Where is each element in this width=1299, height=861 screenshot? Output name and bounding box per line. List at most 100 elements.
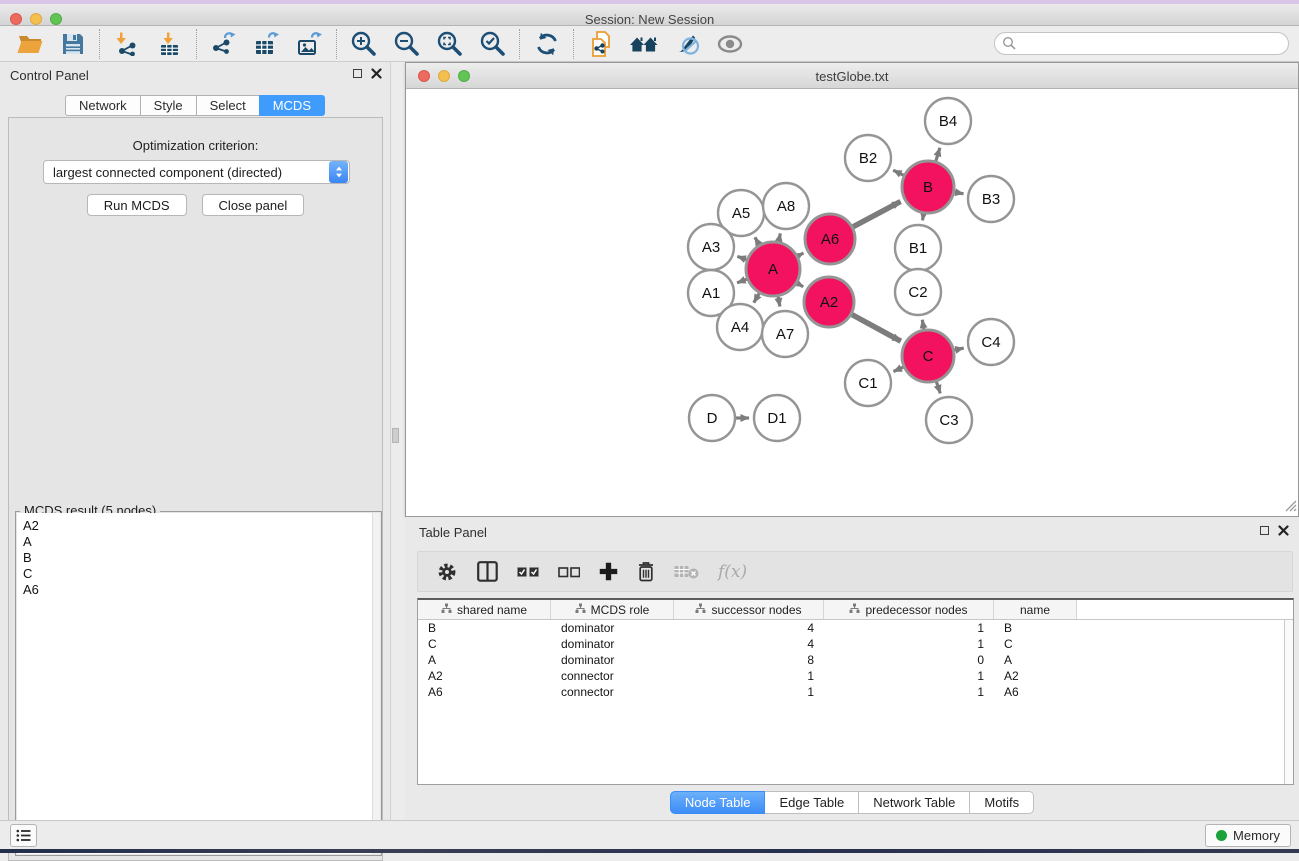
graph-node-C2[interactable] — [895, 269, 941, 315]
import-network-icon[interactable] — [105, 27, 148, 61]
table-cell[interactable]: 1 — [674, 685, 824, 699]
tab-edge-table[interactable]: Edge Table — [765, 791, 859, 814]
table-cell[interactable]: A6 — [418, 685, 551, 699]
close-table-panel-icon[interactable] — [1278, 525, 1289, 536]
open-folder-icon[interactable] — [8, 27, 51, 61]
table-cell[interactable]: 4 — [674, 637, 824, 651]
close-panel-button[interactable]: Close panel — [202, 194, 305, 216]
graph-node-A2[interactable] — [804, 277, 854, 327]
tab-network[interactable]: Network — [65, 95, 141, 116]
graph-node-C1[interactable] — [845, 360, 891, 406]
hide-style-icon[interactable] — [665, 27, 708, 61]
table-cell[interactable]: dominator — [551, 621, 674, 635]
run-mcds-button[interactable]: Run MCDS — [87, 194, 187, 216]
column-header-name[interactable]: name — [994, 600, 1077, 619]
graph-node-A3[interactable] — [688, 224, 734, 270]
tab-select[interactable]: Select — [196, 95, 260, 116]
graph-node-A[interactable] — [746, 242, 800, 296]
table-cell[interactable]: 1 — [674, 669, 824, 683]
table-row[interactable]: A2connector11A2 — [418, 668, 1284, 684]
float-panel-icon[interactable] — [353, 69, 362, 78]
table-row[interactable]: Cdominator41C — [418, 636, 1284, 652]
select-all-icon[interactable] — [517, 565, 539, 579]
table-cell[interactable]: dominator — [551, 653, 674, 667]
duplicate-network-icon[interactable] — [579, 27, 622, 61]
graph-node-A8[interactable] — [763, 183, 809, 229]
deselect-all-icon[interactable] — [558, 565, 580, 579]
graph-node-A7[interactable] — [762, 311, 808, 357]
table-cell[interactable]: connector — [551, 669, 674, 683]
graph-node-C4[interactable] — [968, 319, 1014, 365]
table-cell[interactable]: B — [418, 621, 551, 635]
column-header-shared-name[interactable]: shared name — [418, 600, 551, 619]
graph-node-B4[interactable] — [925, 98, 971, 144]
task-history-button[interactable] — [10, 824, 37, 847]
splitter-handle[interactable] — [392, 428, 399, 443]
result-scrollbar[interactable] — [372, 513, 380, 854]
tab-node-table[interactable]: Node Table — [670, 791, 766, 814]
tab-style[interactable]: Style — [140, 95, 197, 116]
table-cell[interactable]: 1 — [824, 669, 994, 683]
table-cell[interactable]: connector — [551, 685, 674, 699]
export-table-icon[interactable] — [245, 27, 288, 61]
zoom-fit-icon[interactable] — [428, 27, 471, 61]
graph-node-A4[interactable] — [717, 304, 763, 350]
table-cell[interactable]: A6 — [994, 685, 1077, 699]
table-cell[interactable]: A2 — [418, 669, 551, 683]
resize-grip-icon[interactable] — [1284, 499, 1297, 515]
export-image-icon[interactable] — [288, 27, 331, 61]
import-table-icon[interactable] — [148, 27, 191, 61]
save-icon[interactable] — [51, 27, 94, 61]
float-table-panel-icon[interactable] — [1260, 526, 1269, 535]
column-header-successor-nodes[interactable]: successor nodes — [674, 600, 824, 619]
table-cell[interactable]: B — [994, 621, 1077, 635]
eye-icon[interactable] — [708, 27, 751, 61]
table-cell[interactable]: A — [994, 653, 1077, 667]
add-column-icon[interactable] — [599, 562, 618, 581]
graph-node-A6[interactable] — [805, 214, 855, 264]
table-row[interactable]: Adominator80A — [418, 652, 1284, 668]
column-header-predecessor-nodes[interactable]: predecessor nodes — [824, 600, 994, 619]
graph-node-C[interactable] — [902, 330, 954, 382]
table-cell[interactable]: 1 — [824, 637, 994, 651]
zoom-out-icon[interactable] — [385, 27, 428, 61]
table-cell[interactable]: 4 — [674, 621, 824, 635]
table-scrollbar[interactable] — [1284, 620, 1293, 784]
graph-node-D[interactable] — [689, 395, 735, 441]
table-cell[interactable]: A — [418, 653, 551, 667]
export-network-icon[interactable] — [202, 27, 245, 61]
tab-network-table[interactable]: Network Table — [859, 791, 970, 814]
column-header-MCDS-role[interactable]: MCDS role — [551, 600, 674, 619]
column-view-icon[interactable] — [477, 561, 498, 582]
delete-table-icon[interactable] — [674, 564, 699, 580]
table-cell[interactable]: A2 — [994, 669, 1077, 683]
close-panel-icon[interactable] — [371, 68, 382, 79]
graph-node-C3[interactable] — [926, 397, 972, 443]
zoom-selected-icon[interactable] — [471, 27, 514, 61]
network-view-titlebar[interactable]: testGlobe.txt — [406, 63, 1298, 89]
network-graph[interactable]: B4B2BB3B1A5A8A6A3AA1C2A4A7A2C4CC1C3DD1 — [406, 89, 1298, 516]
table-cell[interactable]: 1 — [824, 685, 994, 699]
table-row[interactable]: Bdominator41B — [418, 620, 1284, 636]
home-icon[interactable] — [622, 27, 665, 61]
result-item[interactable]: C — [23, 566, 372, 582]
network-canvas[interactable]: B4B2BB3B1A5A8A6A3AA1C2A4A7A2C4CC1C3DD1 — [406, 89, 1298, 516]
search-input[interactable] — [994, 32, 1289, 55]
delete-column-icon[interactable] — [637, 561, 655, 582]
table-cell[interactable]: 1 — [824, 621, 994, 635]
table-cell[interactable]: 0 — [824, 653, 994, 667]
table-cell[interactable]: dominator — [551, 637, 674, 651]
graph-node-B2[interactable] — [845, 135, 891, 181]
gear-icon[interactable] — [436, 561, 458, 583]
result-item[interactable]: A2 — [23, 518, 372, 534]
result-item[interactable]: B — [23, 550, 372, 566]
memory-button[interactable]: Memory — [1205, 824, 1291, 847]
function-builder-icon[interactable]: f(x) — [718, 562, 747, 582]
table-cell[interactable]: C — [994, 637, 1077, 651]
graph-node-B1[interactable] — [895, 225, 941, 271]
table-cell[interactable]: 8 — [674, 653, 824, 667]
graph-node-D1[interactable] — [754, 395, 800, 441]
zoom-in-icon[interactable] — [342, 27, 385, 61]
graph-node-B[interactable] — [902, 161, 954, 213]
result-item[interactable]: A6 — [23, 582, 372, 598]
